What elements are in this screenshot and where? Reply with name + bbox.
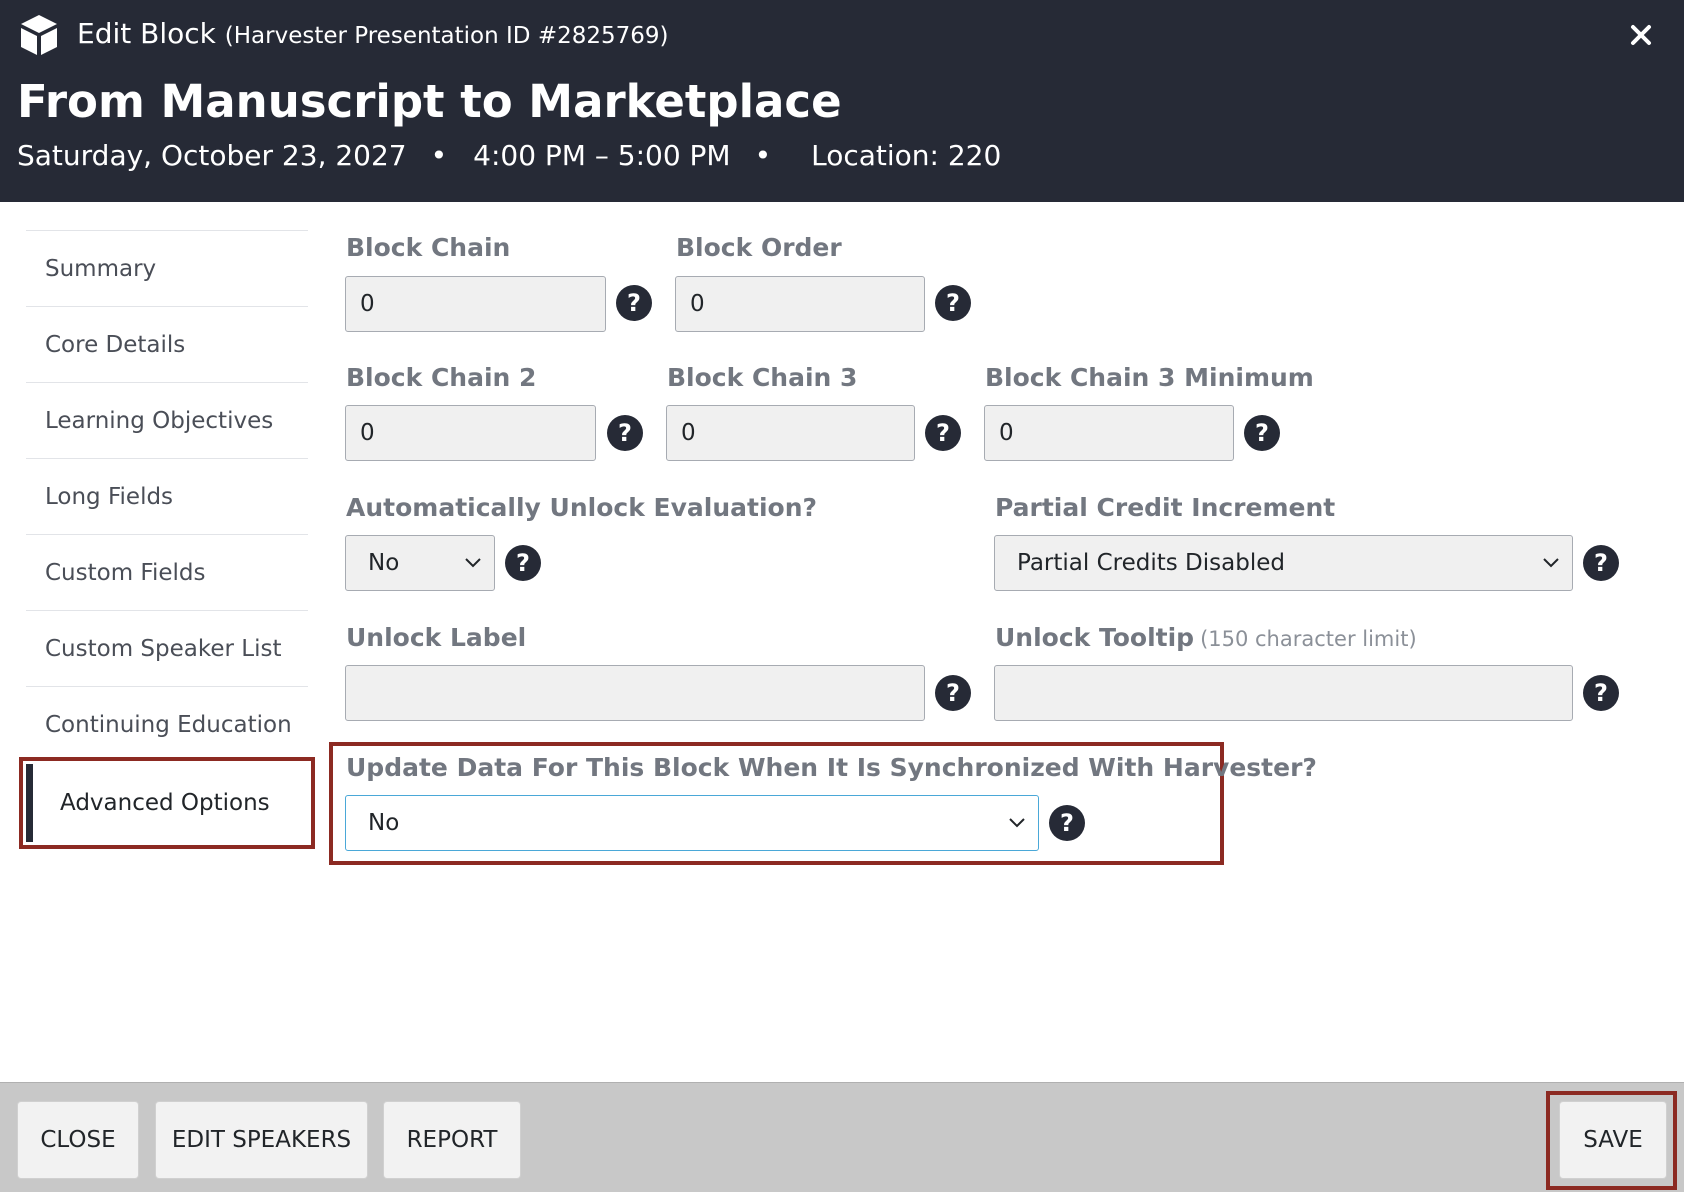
help-icon[interactable]: ? [935, 285, 971, 321]
report-button[interactable]: REPORT [383, 1101, 521, 1179]
block-chain-3-minimum-input[interactable]: 0 [984, 405, 1234, 461]
sidebar-item-learning-objectives[interactable]: Learning Objectives [26, 382, 308, 458]
separator: • [754, 139, 772, 172]
separator: • [430, 139, 448, 172]
sidebar-item-label: Summary [45, 255, 157, 282]
block-order-value: 0 [690, 291, 705, 317]
help-icon[interactable]: ? [935, 675, 971, 711]
session-location: Location: 220 [811, 139, 1002, 172]
character-limit-hint: (150 character limit) [1200, 627, 1417, 651]
unlock-tooltip-input[interactable] [994, 665, 1573, 721]
auto-unlock-value: No [368, 550, 400, 576]
help-icon[interactable]: ? [1583, 545, 1619, 581]
help-icon[interactable]: ? [505, 545, 541, 581]
dialog-header: Edit Block (Harvester Presentation ID #2… [0, 0, 1684, 202]
help-icon[interactable]: ? [1049, 805, 1085, 841]
sync-update-value: No [368, 810, 400, 836]
chevron-down-icon [1009, 818, 1025, 828]
block-chain-label: Block Chain [346, 233, 511, 262]
sidebar-item-label: Core Details [45, 331, 186, 358]
cube-icon [21, 15, 57, 55]
sidebar-item-core-details[interactable]: Core Details [26, 306, 308, 382]
sidebar-item-custom-fields[interactable]: Custom Fields [26, 534, 308, 610]
sidebar-item-label: Custom Fields [45, 559, 206, 586]
help-icon[interactable]: ? [1583, 675, 1619, 711]
sync-update-label: Update Data For This Block When It Is Sy… [346, 753, 1317, 782]
auto-unlock-label: Automatically Unlock Evaluation? [346, 493, 818, 522]
sidebar-item-custom-speaker-list[interactable]: Custom Speaker List [26, 610, 308, 686]
close-icon[interactable] [1626, 20, 1656, 50]
sync-update-select[interactable]: No [345, 795, 1039, 851]
session-date: Saturday, October 23, 2027 [17, 139, 407, 172]
block-chain-input[interactable]: 0 [345, 276, 606, 332]
sidebar-nav: Summary Core Details Learning Objectives… [19, 230, 315, 849]
dialog-title: Edit Block (Harvester Presentation ID #2… [77, 16, 669, 54]
chevron-down-icon [465, 558, 481, 568]
block-order-input[interactable]: 0 [675, 276, 925, 332]
sidebar-item-label: Continuing Education [45, 711, 292, 738]
unlock-label-input[interactable] [345, 665, 925, 721]
dialog-title-text: Edit Block [77, 17, 216, 50]
block-chain-value: 0 [360, 291, 375, 317]
partial-credit-value: Partial Credits Disabled [1017, 550, 1285, 576]
session-title: From Manuscript to Marketplace [17, 75, 842, 128]
sidebar-item-advanced-options[interactable]: Advanced Options [19, 757, 315, 849]
sidebar-item-label: Advanced Options [60, 790, 270, 816]
sidebar-item-label: Long Fields [45, 483, 174, 510]
presentation-id: (Harvester Presentation ID #2825769) [224, 23, 669, 49]
session-time: 4:00 PM – 5:00 PM [473, 139, 731, 172]
save-button[interactable]: SAVE [1559, 1101, 1667, 1179]
unlock-tooltip-label: Unlock Tooltip (150 character limit) [995, 622, 1417, 655]
block-chain-2-value: 0 [360, 420, 375, 446]
close-button[interactable]: CLOSE [17, 1101, 139, 1179]
chevron-down-icon [1543, 558, 1559, 568]
block-chain-3-minimum-label: Block Chain 3 Minimum [985, 363, 1314, 392]
sidebar-item-continuing-education[interactable]: Continuing Education [26, 686, 308, 762]
unlock-tooltip-label-text: Unlock Tooltip [995, 623, 1195, 652]
block-chain-3-value: 0 [681, 420, 696, 446]
help-icon[interactable]: ? [616, 285, 652, 321]
sidebar-item-long-fields[interactable]: Long Fields [26, 458, 308, 534]
unlock-label-label: Unlock Label [346, 623, 527, 652]
sidebar-item-label: Custom Speaker List [45, 635, 282, 662]
help-icon[interactable]: ? [1244, 415, 1280, 451]
block-chain-3-minimum-value: 0 [999, 420, 1014, 446]
block-chain-2-label: Block Chain 2 [346, 363, 537, 392]
block-chain-3-input[interactable]: 0 [666, 405, 915, 461]
sidebar-item-summary[interactable]: Summary [26, 230, 308, 306]
dialog-footer: CLOSE EDIT SPEAKERS REPORT SAVE [0, 1082, 1684, 1192]
sidebar-item-label: Learning Objectives [45, 407, 274, 434]
block-chain-2-input[interactable]: 0 [345, 405, 596, 461]
block-order-label: Block Order [676, 233, 842, 262]
help-icon[interactable]: ? [925, 415, 961, 451]
session-meta: Saturday, October 23, 2027 • 4:00 PM – 5… [17, 138, 1001, 174]
block-chain-3-label: Block Chain 3 [667, 363, 858, 392]
partial-credit-label: Partial Credit Increment [995, 493, 1336, 522]
edit-speakers-button[interactable]: EDIT SPEAKERS [155, 1101, 368, 1179]
auto-unlock-select[interactable]: No [345, 535, 495, 591]
partial-credit-select[interactable]: Partial Credits Disabled [994, 535, 1573, 591]
help-icon[interactable]: ? [607, 415, 643, 451]
active-indicator [26, 764, 33, 842]
